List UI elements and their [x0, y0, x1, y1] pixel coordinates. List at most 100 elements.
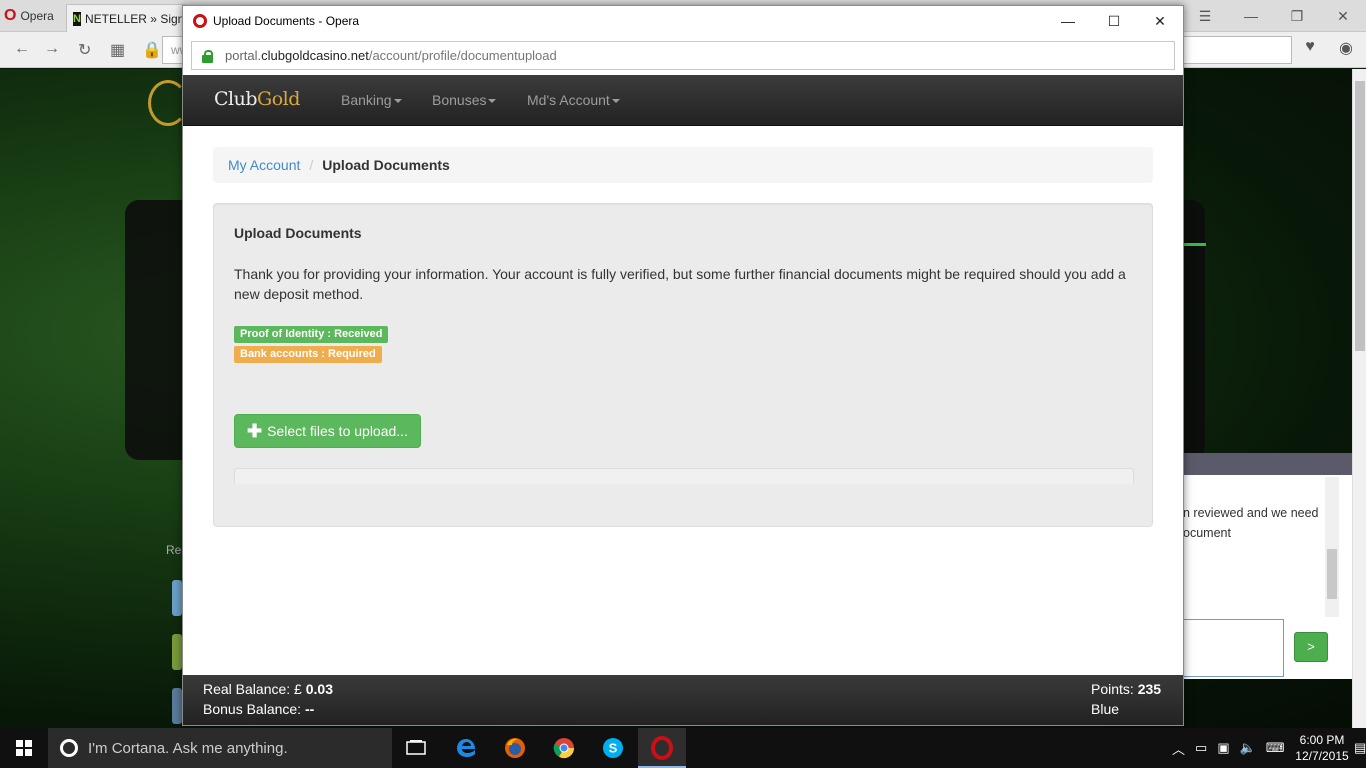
opera-icon	[651, 736, 673, 760]
start-button[interactable]	[0, 728, 48, 768]
chat-send-button[interactable]: >	[1294, 632, 1328, 662]
firefox-icon[interactable]	[503, 736, 527, 760]
upload-documents-panel: Upload Documents Thank you for providing…	[213, 203, 1153, 527]
nav-banking-label: Banking	[341, 92, 392, 108]
bank-status-badge: Bank accounts : Required	[234, 346, 382, 363]
breadcrumb-separator: /	[309, 157, 314, 173]
volume-icon[interactable]: 🔈	[1240, 740, 1256, 756]
background-partial-label: Re	[166, 543, 182, 557]
balance-right: Points: 235 Blue	[1091, 679, 1161, 719]
real-balance: Real Balance: £ 0.03	[203, 679, 333, 699]
bookmark-heart-icon[interactable]: ♥	[1298, 38, 1322, 62]
real-balance-value: 0.03	[305, 681, 333, 697]
chat-header	[1183, 453, 1352, 475]
minimize-icon[interactable]: —	[1045, 6, 1091, 36]
battery-icon[interactable]: ▭	[1195, 740, 1207, 756]
secure-lock-icon: 🔒	[142, 42, 162, 59]
background-window-controls: ☰ — ❐ ✕	[1182, 0, 1366, 32]
points: Points: 235	[1091, 679, 1161, 699]
chat-scrollbar[interactable]	[1325, 477, 1339, 617]
url-host: portal.	[225, 48, 262, 63]
close-icon[interactable]: ✕	[1137, 6, 1183, 36]
identity-status-badge: Proof of Identity : Received	[234, 326, 389, 343]
bonus-balance: Bonus Balance: --	[203, 699, 333, 719]
clubgold-brand-logo[interactable]: ClubGold	[214, 88, 300, 110]
cortana-icon	[60, 739, 78, 757]
game-thumbnail[interactable]	[172, 580, 182, 616]
nav-bonuses-label: Bonuses	[432, 92, 487, 108]
opera-menu-button[interactable]: O Opera	[0, 0, 62, 32]
upload-file-list	[234, 468, 1134, 484]
cortana-placeholder: I'm Cortana. Ask me anything.	[88, 739, 288, 757]
background-scrollbar[interactable]	[1352, 69, 1366, 728]
minimize-icon[interactable]: —	[1228, 8, 1274, 24]
select-files-upload-button[interactable]: ✚ Select files to upload...	[234, 414, 421, 448]
opera-menu-label: Opera	[20, 9, 54, 23]
points-value: 235	[1137, 681, 1162, 697]
plus-icon: ✚	[247, 421, 263, 441]
taskbar-clock[interactable]: 6:00 PM 12/7/2015	[1292, 732, 1352, 764]
balance-left: Real Balance: £ 0.03 Bonus Balance: --	[203, 679, 333, 719]
caret-down-icon	[488, 99, 497, 104]
chrome-icon[interactable]	[552, 736, 576, 760]
clock-date: 12/7/2015	[1295, 749, 1349, 763]
chat-message: n reviewed and we need ocument	[1183, 503, 1323, 543]
input-language-icon[interactable]: ⌨	[1266, 740, 1285, 756]
back-arrow-icon[interactable]: ←	[14, 40, 30, 58]
real-balance-label: Real Balance: £	[203, 681, 302, 697]
bonus-balance-value: --	[304, 701, 315, 717]
caret-down-icon	[393, 99, 402, 104]
upload-documents-popup: Upload Documents - Opera — ☐ ✕ portal. cl…	[182, 5, 1184, 726]
url-path: /account/profile/documentupload	[368, 48, 557, 63]
loyalty-tier: Blue	[1091, 701, 1120, 717]
show-hidden-icons-chevron-icon[interactable]: ︿	[1172, 739, 1185, 758]
opera-logo-icon	[193, 14, 207, 28]
url-domain: clubgoldcasino.net	[261, 48, 369, 63]
maximize-icon[interactable]: ☐	[1091, 6, 1137, 36]
popup-url-field[interactable]: portal. clubgoldcasino.net/account/profil…	[191, 41, 1175, 70]
background-accent-line	[1184, 243, 1206, 246]
reload-icon[interactable]: ↻	[78, 40, 91, 60]
game-thumbnail[interactable]	[172, 634, 182, 670]
chat-input[interactable]	[1183, 619, 1284, 677]
upload-button-label: Select files to upload...	[267, 423, 408, 439]
clock-time: 6:00 PM	[1299, 733, 1345, 747]
tab-menu-icon[interactable]: ☰	[1182, 8, 1228, 25]
points-label: Points:	[1091, 681, 1134, 697]
edge-browser-icon[interactable]	[454, 736, 478, 760]
chat-message-line: n reviewed and we need	[1183, 506, 1319, 520]
nav-bonuses-dropdown[interactable]: Bonuses	[432, 92, 497, 108]
system-tray: ︿ ▭ ▣ 🔈 ⌨	[1172, 728, 1295, 768]
panel-title: Upload Documents	[234, 225, 362, 241]
forward-arrow-icon[interactable]: →	[44, 40, 60, 58]
balance-footer: Real Balance: £ 0.03 Bonus Balance: -- P…	[183, 675, 1183, 725]
breadcrumb: My Account / Upload Documents	[213, 147, 1153, 183]
task-view-icon[interactable]	[404, 736, 428, 760]
breadcrumb-current: Upload Documents	[322, 157, 450, 173]
close-icon[interactable]: ✕	[1320, 8, 1366, 25]
verification-message: Thank you for providing your information…	[234, 266, 1126, 302]
nav-account-label: Md's Account	[527, 92, 610, 108]
nav-banking-dropdown[interactable]: Banking	[341, 92, 402, 108]
speed-dial-grid-icon[interactable]: ▦	[110, 40, 125, 60]
chat-scrollbar-thumb[interactable]	[1327, 549, 1337, 599]
chat-message-line: ocument	[1183, 526, 1231, 540]
restore-icon[interactable]: ❐	[1274, 8, 1320, 25]
opera-logo-icon: O	[4, 7, 17, 24]
secure-lock-icon	[202, 49, 213, 63]
network-icon[interactable]: ▣	[1217, 740, 1229, 756]
popup-window-title: Upload Documents - Opera	[213, 14, 360, 28]
nav-account-dropdown[interactable]: Md's Account	[527, 92, 620, 108]
notifications-icon[interactable]: ▤	[1354, 740, 1366, 756]
game-thumbnail[interactable]	[172, 688, 182, 724]
skype-icon[interactable]: S	[601, 736, 625, 760]
scrollbar-thumb[interactable]	[1355, 81, 1365, 351]
windows-taskbar: I'm Cortana. Ask me anything. S ︿ ▭ ▣ 🔈 …	[0, 728, 1366, 768]
popup-title-bar[interactable]: Upload Documents - Opera — ☐ ✕	[183, 6, 1183, 36]
brand-gold: Gold	[257, 88, 300, 110]
tab-neteller[interactable]: N NETELLER » Signi	[66, 4, 186, 32]
caret-down-icon	[611, 99, 620, 104]
breadcrumb-my-account-link[interactable]: My Account	[228, 157, 300, 173]
cortana-search-box[interactable]: I'm Cortana. Ask me anything.	[48, 728, 392, 768]
account-icon[interactable]: ◉	[1334, 38, 1358, 62]
